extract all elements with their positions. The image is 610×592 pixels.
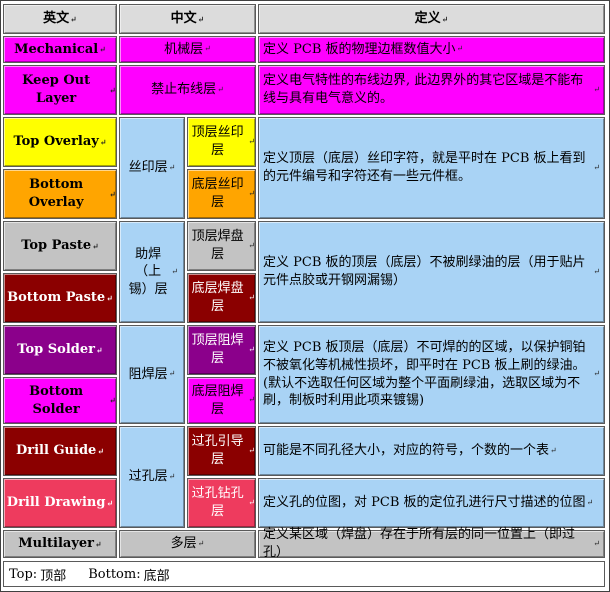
top-paste-en: Top Paste ↵	[3, 221, 117, 271]
drill-drawing-en: Drill Drawing ↵	[3, 478, 117, 528]
drill-guide-def: 可能是不同孔径大小，对应的符号，个数的一个表 ↵	[258, 426, 605, 476]
bottom-overlay-en: Bottom Overlay ↵	[3, 169, 117, 219]
paste-group-cn: 助焊（上锡）层 ↵	[119, 221, 185, 323]
mechanical-cn: 机械层 ↵	[119, 36, 256, 63]
drill-group-cn: 过孔层 ↵	[119, 426, 185, 528]
drill-guide-cn: 过孔引导层 ↵	[187, 426, 256, 476]
bottom-paste-en: Bottom Paste ↵	[3, 273, 117, 323]
mechanical-def: 定义 PCB 板的物理边框数值大小 ↵	[258, 36, 605, 63]
overlay-group-cn: 丝印层 ↵	[119, 117, 185, 219]
overlay-def: 定义顶层（底层）丝印字符，就是平时在 PCB 板上看到的元件编号和字符还有一些元…	[258, 117, 605, 219]
top-overlay-en: Top Overlay ↵	[3, 117, 117, 167]
keep-out-cn: 禁止布线层 ↵	[119, 65, 256, 115]
keep-out-en: Keep Out Layer ↵	[3, 65, 117, 115]
solder-group-cn: 阻焊层 ↵	[119, 325, 185, 424]
header-english: 英文 ↵	[3, 4, 117, 34]
top-solder-en: Top Solder ↵	[3, 325, 117, 375]
paste-def: 定义 PCB 板的顶层（底层）不被刷绿油的层（用于贴片元件点胶或开钢网漏锡） ↵	[258, 221, 605, 323]
footer-legend: Top: 顶部 Bottom: 底部	[3, 561, 605, 587]
bottom-overlay-cn: 底层丝印层 ↵	[187, 169, 256, 219]
footer-bottom-meaning: 底部	[143, 568, 170, 584]
keep-out-def: 定义电气特性的布线边界, 此边界外的其它区域是不能布线与具有电气意义的。 ↵	[258, 65, 605, 115]
top-paste-cn: 顶层焊盘层 ↵	[187, 221, 256, 271]
bottom-solder-cn: 底层阻焊层 ↵	[187, 377, 256, 424]
bottom-solder-en: Bottom Solder ↵	[3, 377, 117, 424]
mechanical-en: Mechanical ↵	[3, 36, 117, 63]
layer-definition-table: 英文 ↵ 中文 ↵ 定义 ↵ Mechanical ↵ 机械层 ↵ 定义 PCB 板的物理…	[0, 0, 610, 592]
top-solder-cn: 顶层阻焊层 ↵	[187, 325, 256, 375]
drill-drawing-cn: 过孔钻孔层 ↵	[187, 478, 256, 528]
footer-bottom-term: Bottom:	[88, 566, 141, 582]
multilayer-cn: 多层 ↵	[119, 530, 256, 558]
bottom-paste-cn: 底层焊盘层 ↵	[187, 273, 256, 323]
footer-top-meaning: 顶部	[40, 568, 67, 584]
solder-def: 定义 PCB 板顶层（底层）不可焊的的区域，以保护铜铂不被氧化等机械性损坏，即平…	[258, 325, 605, 424]
footer-top-term: Top:	[9, 566, 38, 582]
drill-guide-en: Drill Guide ↵	[3, 426, 117, 476]
top-overlay-cn: 顶层丝印层 ↵	[187, 117, 256, 167]
drill-drawing-def: 定义孔的位图，对 PCB 板的定位孔进行尺寸描述的位图 ↵	[258, 478, 605, 528]
multilayer-def: 定义某区域（焊盘）存在于所有层的同一位置上（即过孔） ↵	[258, 527, 605, 560]
header-chinese-text: 中文	[170, 11, 197, 27]
header-definition: 定义 ↵	[258, 4, 605, 34]
header-definition-text: 定义	[414, 11, 441, 27]
header-chinese: 中文 ↵	[119, 4, 256, 34]
header-english-text: 英文	[43, 11, 70, 27]
multilayer-en: Multilayer ↵	[3, 530, 117, 558]
